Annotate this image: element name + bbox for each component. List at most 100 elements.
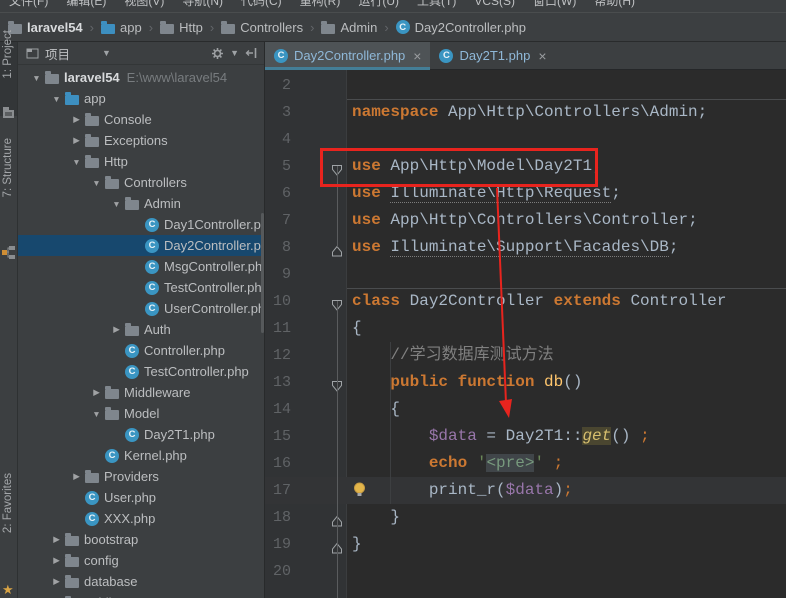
breadcrumb-item[interactable]: Admin: [321, 20, 377, 35]
folder-icon: [85, 158, 99, 168]
line-number[interactable]: 4: [265, 126, 291, 153]
tree-row[interactable]: Day2Controller.php: [18, 235, 264, 256]
code-line[interactable]: 7use App\Http\Controllers\Controller;: [265, 207, 786, 234]
menu-item[interactable]: 窗口(W): [524, 0, 585, 11]
tree-row[interactable]: Controller.php: [18, 340, 264, 361]
star-icon[interactable]: ★: [2, 582, 14, 598]
breadcrumb-separator: ›: [149, 20, 153, 35]
menu-item[interactable]: 导航(N): [173, 0, 232, 11]
menu-item[interactable]: 编辑(E): [57, 0, 115, 11]
tree-row[interactable]: ▶config: [18, 550, 264, 571]
tree-scrollbar[interactable]: [261, 213, 264, 333]
line-number[interactable]: 2: [265, 72, 291, 99]
tree-row[interactable]: MsgController.php: [18, 256, 264, 277]
toolwindow-button-favorites[interactable]: 2: Favorites: [0, 473, 17, 581]
menu-item[interactable]: 代码(C): [232, 0, 291, 11]
menu-item[interactable]: 帮助(H): [585, 0, 644, 11]
line-number[interactable]: 13: [265, 369, 291, 396]
gear-icon[interactable]: [211, 47, 224, 60]
code-line[interactable]: 16 echo '<pre>' ;: [265, 450, 786, 477]
tree-row[interactable]: TestController.php: [18, 277, 264, 298]
editor-body[interactable]: 23namespace App\Http\Controllers\Admin;4…: [265, 70, 786, 598]
code-line[interactable]: 19}: [265, 531, 786, 558]
tree-row[interactable]: ▼laravel54E:\www\laravel54: [18, 67, 264, 88]
editor-tab[interactable]: Day2Controller.php×: [265, 42, 430, 69]
line-number[interactable]: 8: [265, 234, 291, 261]
code-line[interactable]: 14 {: [265, 396, 786, 423]
breadcrumb-item[interactable]: app: [101, 20, 142, 35]
code-line[interactable]: 15 $data = Day2T1::get() ;: [265, 423, 786, 450]
tree-row[interactable]: ▼Controllers: [18, 172, 264, 193]
intention-bulb-icon[interactable]: [353, 482, 366, 503]
line-number[interactable]: 14: [265, 396, 291, 423]
tree-row[interactable]: ▼app: [18, 88, 264, 109]
breadcrumb-item[interactable]: Controllers: [221, 20, 303, 35]
code-line[interactable]: 3namespace App\Http\Controllers\Admin;: [265, 99, 786, 126]
menu-item[interactable]: VCS(S): [465, 0, 524, 11]
folder-icon: [125, 200, 139, 210]
structure-icon[interactable]: [2, 246, 15, 259]
line-number[interactable]: 11: [265, 315, 291, 342]
breadcrumb-label: app: [120, 20, 142, 35]
code-line[interactable]: 12 //学习数据库测试方法: [265, 342, 786, 369]
tree-row[interactable]: ▶Auth: [18, 319, 264, 340]
code-line[interactable]: 11{: [265, 315, 786, 342]
code-line[interactable]: 18 }: [265, 504, 786, 531]
tree-row[interactable]: XXX.php: [18, 508, 264, 529]
tree-row[interactable]: Kernel.php: [18, 445, 264, 466]
menu-item[interactable]: 视图(V): [115, 0, 173, 11]
line-number[interactable]: 17: [265, 477, 291, 504]
folder-icon: [105, 389, 119, 399]
tree-row[interactable]: User.php: [18, 487, 264, 508]
breadcrumb-item[interactable]: Day2Controller.php: [396, 20, 526, 35]
chevron-down-icon[interactable]: ▼: [102, 48, 111, 58]
code-line[interactable]: 9: [265, 261, 786, 288]
code-line[interactable]: 8use Illuminate\Support\Facades\DB;: [265, 234, 786, 261]
tree-row[interactable]: ▶bootstrap: [18, 529, 264, 550]
toolwindow-button-structure[interactable]: 7: Structure: [0, 138, 17, 222]
tool-window-strip: 1: Project 7: Structure 2: Favorites ★: [0, 42, 18, 598]
line-number[interactable]: 6: [265, 180, 291, 207]
tree-row[interactable]: ▼Admin: [18, 193, 264, 214]
tree-row[interactable]: ▶public: [18, 592, 264, 598]
tree-row[interactable]: ▶Middleware: [18, 382, 264, 403]
line-number[interactable]: 19: [265, 531, 291, 558]
editor-tab[interactable]: Day2T1.php×: [430, 42, 555, 69]
toolwindow-button-project[interactable]: 1: Project: [0, 30, 17, 102]
line-number[interactable]: 12: [265, 342, 291, 369]
code-line[interactable]: 10class Day2Controller extends Controlle…: [265, 288, 786, 315]
tree-row[interactable]: TestController.php: [18, 361, 264, 382]
menu-item[interactable]: 工具(T): [408, 0, 465, 11]
menu-item[interactable]: 重构(R): [291, 0, 350, 11]
breadcrumb-item[interactable]: Http: [160, 20, 203, 35]
line-number[interactable]: 20: [265, 558, 291, 585]
line-number[interactable]: 18: [265, 504, 291, 531]
tree-row[interactable]: ▼Http: [18, 151, 264, 172]
tree-row[interactable]: ▶Providers: [18, 466, 264, 487]
tree-row[interactable]: ▶Exceptions: [18, 130, 264, 151]
line-number[interactable]: 10: [265, 288, 291, 315]
code-line[interactable]: 13 public function db(): [265, 369, 786, 396]
hide-panel-icon[interactable]: [245, 47, 258, 59]
tree-row[interactable]: Day1Controller.php: [18, 214, 264, 235]
breadcrumb-item[interactable]: laravel54: [8, 20, 83, 35]
line-number[interactable]: 16: [265, 450, 291, 477]
line-number[interactable]: 7: [265, 207, 291, 234]
line-number[interactable]: 9: [265, 261, 291, 288]
tree-row[interactable]: ▼Model: [18, 403, 264, 424]
tree-row[interactable]: ▶database: [18, 571, 264, 592]
line-number[interactable]: 3: [265, 99, 291, 126]
tree-row[interactable]: Day2T1.php: [18, 424, 264, 445]
panel-title[interactable]: 项目: [45, 44, 70, 63]
menu-item[interactable]: 运行(U): [349, 0, 408, 11]
code-line[interactable]: 20: [265, 558, 786, 585]
chevron-down-icon[interactable]: ▼: [230, 48, 239, 58]
project-icon[interactable]: [2, 106, 15, 119]
code-line[interactable]: 17 print_r($data);: [265, 477, 786, 504]
tree-row[interactable]: ▶Console: [18, 109, 264, 130]
line-number[interactable]: 5: [265, 153, 291, 180]
line-number[interactable]: 15: [265, 423, 291, 450]
menu-item[interactable]: 文件(F): [0, 0, 57, 11]
tree-row[interactable]: UserController.php: [18, 298, 264, 319]
code-line[interactable]: 2: [265, 72, 786, 99]
